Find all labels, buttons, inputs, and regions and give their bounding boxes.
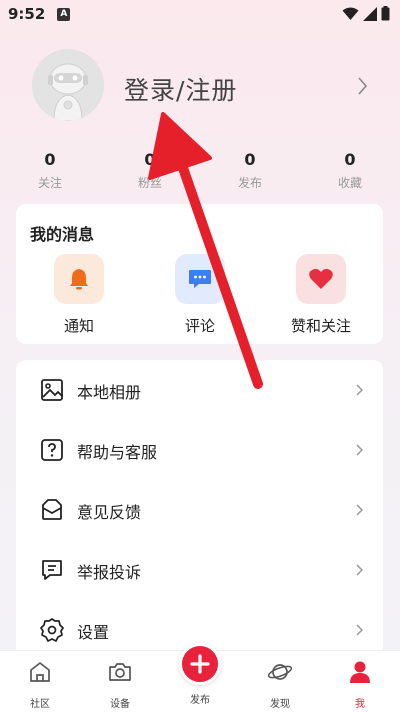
stat-followers[interactable]: 0 粉丝: [115, 150, 185, 191]
stat-label: 收藏: [337, 176, 362, 190]
stat-posts[interactable]: 0 发布: [215, 150, 285, 191]
stat-label: 关注: [37, 176, 62, 190]
planet-icon: [267, 664, 293, 680]
stat-value: 0: [144, 150, 156, 169]
home-icon: [30, 662, 50, 682]
heart-icon-box: [296, 254, 346, 304]
status-icons: [342, 6, 390, 21]
stats-row: 0 关注 0 粉丝 0 发布 0 收藏: [0, 150, 400, 194]
notification-icon-box: [54, 254, 104, 304]
bell-icon: [70, 269, 88, 290]
chevron-right-icon: [356, 564, 363, 576]
message-comments[interactable]: 评论: [160, 254, 240, 336]
menu-label: 设置: [77, 623, 110, 642]
nav-device[interactable]: 设备: [80, 659, 160, 710]
publish-button[interactable]: [179, 643, 221, 685]
nav-label: 设备: [110, 699, 130, 710]
status-bar: 9:52 A: [0, 0, 400, 28]
nav-label: 社区: [30, 699, 50, 710]
menu-label: 本地相册: [77, 383, 142, 402]
chevron-right-icon: [356, 444, 363, 456]
menu-label: 举报投诉: [77, 563, 142, 582]
login-register-link[interactable]: 登录/注册: [124, 71, 237, 107]
robot-avatar-icon: [32, 49, 104, 121]
person-icon: [350, 661, 370, 683]
stat-value: 0: [244, 150, 256, 169]
signal-icon: [363, 6, 377, 21]
settings-icon: [40, 618, 64, 642]
stat-label: 粉丝: [137, 176, 162, 190]
camera-icon: [109, 663, 131, 681]
nav-community[interactable]: 社区: [0, 659, 80, 710]
menu-label: 意见反馈: [77, 503, 142, 522]
help-icon: [41, 439, 63, 461]
nav-label: 我: [355, 699, 365, 710]
menu-item-report[interactable]: 举报投诉: [16, 540, 383, 600]
comment-icon-box: [175, 254, 225, 304]
menu-label: 帮助与客服: [77, 443, 158, 462]
messages-title: 我的消息: [30, 225, 95, 244]
comment-icon: [189, 270, 211, 288]
battery-icon: [381, 6, 390, 21]
nav-publish[interactable]: 发布: [160, 643, 240, 706]
chevron-right-icon: [356, 624, 363, 636]
message-label: 评论: [184, 317, 215, 335]
stat-favorites[interactable]: 0 收藏: [315, 150, 385, 191]
message-notifications[interactable]: 通知: [39, 254, 119, 336]
message-label: 赞和关注: [290, 317, 351, 335]
stat-value: 0: [344, 150, 356, 169]
menu-card: 本地相册 帮助与客服 意见反馈 举报投诉 设置: [16, 360, 383, 660]
status-time: 9:52: [8, 5, 46, 23]
app-notification-icon: A: [57, 7, 71, 21]
image-icon: [41, 379, 63, 401]
chevron-right-icon: [356, 384, 363, 396]
nav-label: 发现: [270, 699, 290, 710]
feedback-icon: [42, 499, 62, 520]
stat-label: 发布: [237, 176, 262, 190]
report-icon: [42, 560, 62, 580]
bottom-navigation: 社区 设备 发布 发现 我: [0, 643, 400, 712]
stat-following[interactable]: 0 关注: [15, 150, 85, 191]
wifi-icon: [342, 7, 359, 20]
menu-item-feedback[interactable]: 意见反馈: [16, 480, 383, 540]
chevron-right-icon[interactable]: [358, 77, 368, 95]
menu-item-local-album[interactable]: 本地相册: [16, 360, 383, 420]
heart-icon: [309, 268, 333, 289]
message-label: 通知: [63, 317, 94, 335]
menu-item-help[interactable]: 帮助与客服: [16, 420, 383, 480]
message-likes-follows[interactable]: 赞和关注: [281, 254, 361, 336]
messages-card: 我的消息 通知 评论 赞和关注: [16, 204, 383, 344]
nav-me[interactable]: 我: [320, 659, 400, 710]
avatar[interactable]: [32, 49, 104, 121]
nav-label: 发布: [190, 695, 210, 706]
nav-discover[interactable]: 发现: [240, 659, 320, 710]
chevron-right-icon: [356, 504, 363, 516]
stat-value: 0: [44, 150, 56, 169]
plus-icon: [190, 654, 210, 674]
